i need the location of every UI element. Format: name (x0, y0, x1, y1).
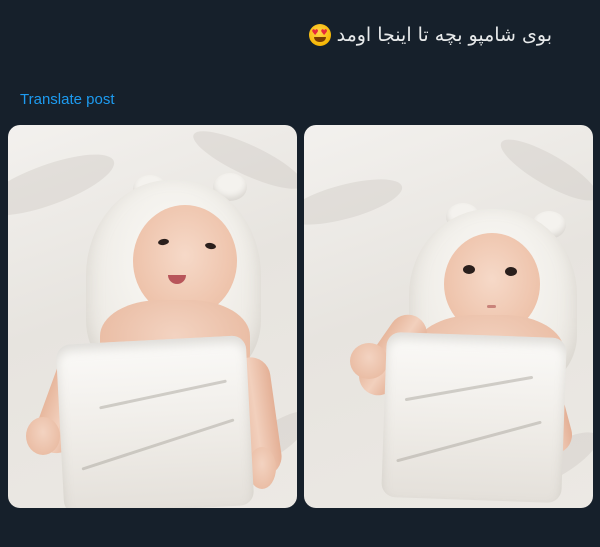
translate-post-link[interactable]: Translate post (20, 91, 115, 108)
heart-eyes-emoji-icon: ♥ ♥ (308, 24, 331, 46)
post-text: بوی شامپو بچه تا اینجا اومد ♥ ♥ (308, 24, 552, 46)
media-photo-1[interactable] (8, 125, 297, 508)
media-photo-2[interactable] (304, 125, 593, 508)
post-text-content: بوی شامپو بچه تا اینجا اومد (336, 24, 552, 46)
